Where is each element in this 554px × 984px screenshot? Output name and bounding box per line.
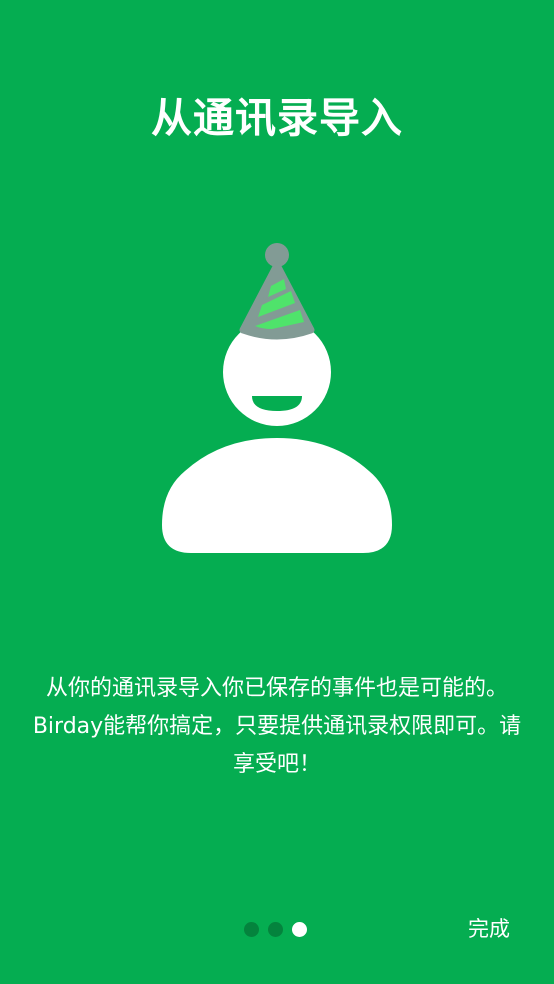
party-hat-icon [239, 243, 315, 340]
person-body [162, 438, 392, 553]
page-dot-1 [244, 922, 259, 937]
page-dot-3-active [292, 922, 307, 937]
page-indicator [244, 922, 307, 938]
onboarding-screen: 从通讯录导入 从你的通讯录导入你已保存的事件也是可能的。Birday能帮你搞定，… [0, 0, 554, 984]
description-text: 从你的通讯录导入你已保存的事件也是可能的。Birday能帮你搞定，只要提供通讯录… [32, 676, 522, 777]
party-person-icon [162, 243, 392, 553]
done-button[interactable]: 完成 [468, 913, 510, 945]
page-dot-2 [268, 922, 283, 937]
